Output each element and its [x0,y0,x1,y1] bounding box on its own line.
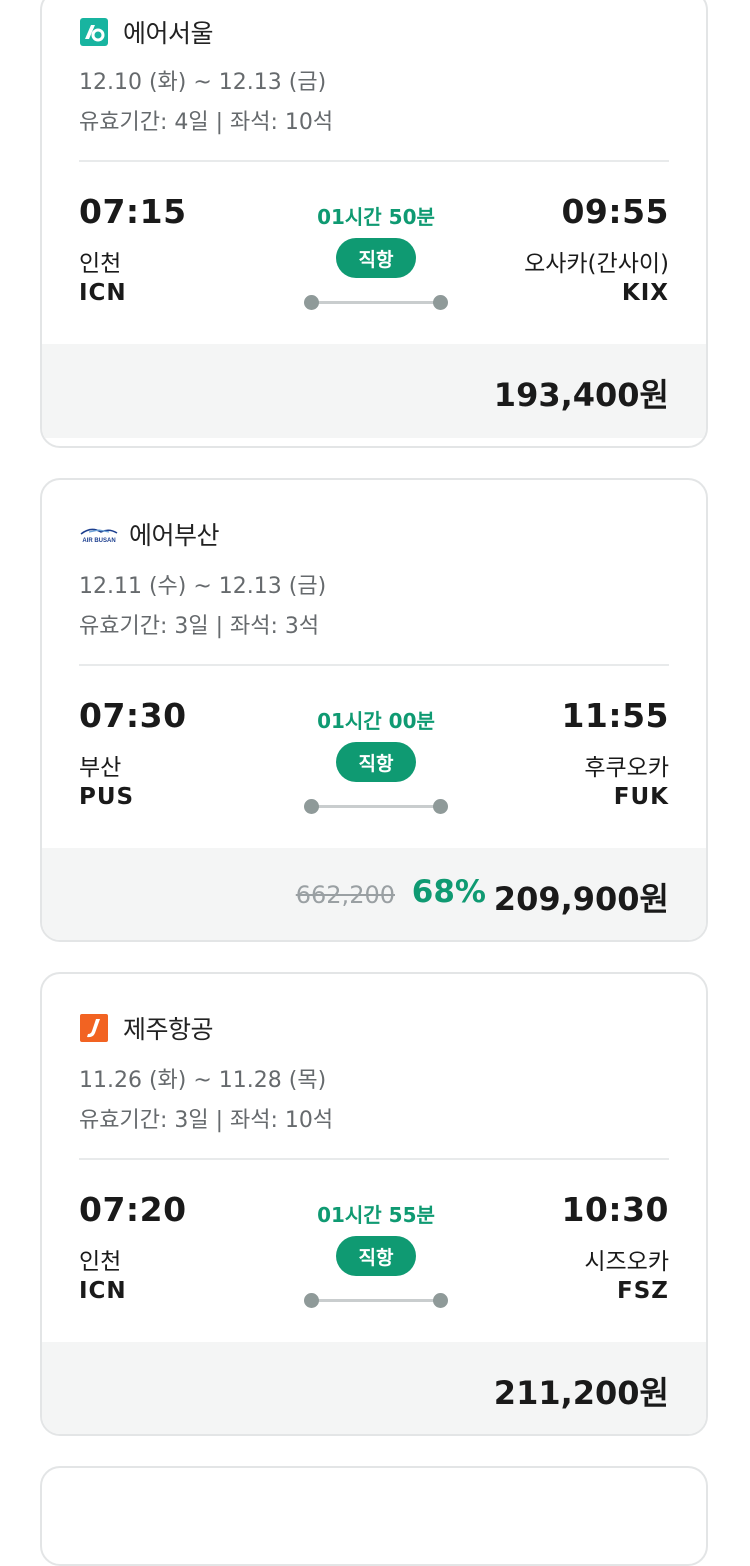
route-destination-dot [433,1293,448,1308]
route-line [304,295,448,311]
departure-time: 07:15 [79,192,187,231]
route-origin-dot [304,295,319,310]
airseoul-logo-icon [79,17,109,47]
arrival-city: 후쿠오카 [584,755,669,781]
flight-duration: 01시간 00분 [317,709,435,733]
airline-name: 제주항공 [123,1015,214,1044]
divider [79,160,669,162]
price-bar: 662,200 68% 209,900원 [42,848,706,940]
arrival-time: 10:30 [561,1190,669,1229]
flight-card[interactable]: AIR BUSAN 에어부산 12.11 (수) ~ 12.13 (금) 유효기… [40,478,708,942]
price-bar: 193,400원 [42,344,706,438]
route-destination-dot [433,799,448,814]
route-line [304,799,448,815]
jejuair-logo-icon [79,1013,109,1043]
departure-code: ICN [79,280,127,306]
price-bar: 211,200원 [42,1342,706,1434]
airline-name: 에어서울 [123,19,214,48]
discount-rate: 68% [411,874,486,910]
arrival-city: 오사카(간사이) [524,251,669,277]
arrival-code: FSZ [617,1278,669,1304]
travel-dates: 12.10 (화) ~ 12.13 (금) [79,70,327,95]
airline-header: 에어서울 [79,14,214,50]
airbusan-logo-icon: AIR BUSAN [79,519,119,549]
travel-dates: 12.11 (수) ~ 12.13 (금) [79,574,327,599]
route-origin-dot [304,799,319,814]
travel-dates: 11.26 (화) ~ 11.28 (목) [79,1068,327,1093]
route-destination-dot [433,295,448,310]
route-line-track [312,805,440,808]
airline-name: 에어부산 [129,521,220,550]
price: 193,400원 [493,376,669,414]
route-line [304,1293,448,1309]
departure-time: 07:20 [79,1190,187,1229]
departure-code: PUS [79,784,135,810]
flight-card[interactable]: 에어서울 12.10 (화) ~ 12.13 (금) 유효기간: 4일 | 좌석… [40,0,708,448]
departure-city: 인천 [79,251,122,277]
airline-header: AIR BUSAN 에어부산 [79,516,220,552]
airline-header: 제주항공 [79,1010,214,1046]
price: 209,900원 [493,880,669,918]
route-origin-dot [304,1293,319,1308]
departure-time: 07:30 [79,696,187,735]
validity-seats: 유효기간: 4일 | 좌석: 10석 [79,110,334,135]
departure-city: 인천 [79,1249,122,1275]
arrival-time: 09:55 [561,192,669,231]
direct-badge: 직항 [336,238,416,278]
airbusan-logo-text: AIR BUSAN [82,538,115,544]
flight-duration: 01시간 50분 [317,205,435,229]
divider [79,1158,669,1160]
arrival-code: FUK [613,784,669,810]
arrival-time: 11:55 [561,696,669,735]
direct-badge: 직항 [336,1236,416,1276]
flight-card[interactable] [40,1466,708,1566]
price: 211,200원 [493,1374,669,1412]
direct-badge: 직항 [336,742,416,782]
validity-seats: 유효기간: 3일 | 좌석: 10석 [79,1108,334,1133]
arrival-city: 시즈오카 [584,1249,669,1275]
route-line-track [312,1299,440,1302]
validity-seats: 유효기간: 3일 | 좌석: 3석 [79,614,320,639]
route-line-track [312,301,440,304]
flight-duration: 01시간 55분 [317,1203,435,1227]
arrival-code: KIX [621,280,669,306]
original-price: 662,200 [295,881,395,909]
flight-card[interactable]: 제주항공 11.26 (화) ~ 11.28 (목) 유효기간: 3일 | 좌석… [40,972,708,1436]
departure-code: ICN [79,1278,127,1304]
departure-city: 부산 [79,755,122,781]
divider [79,664,669,666]
